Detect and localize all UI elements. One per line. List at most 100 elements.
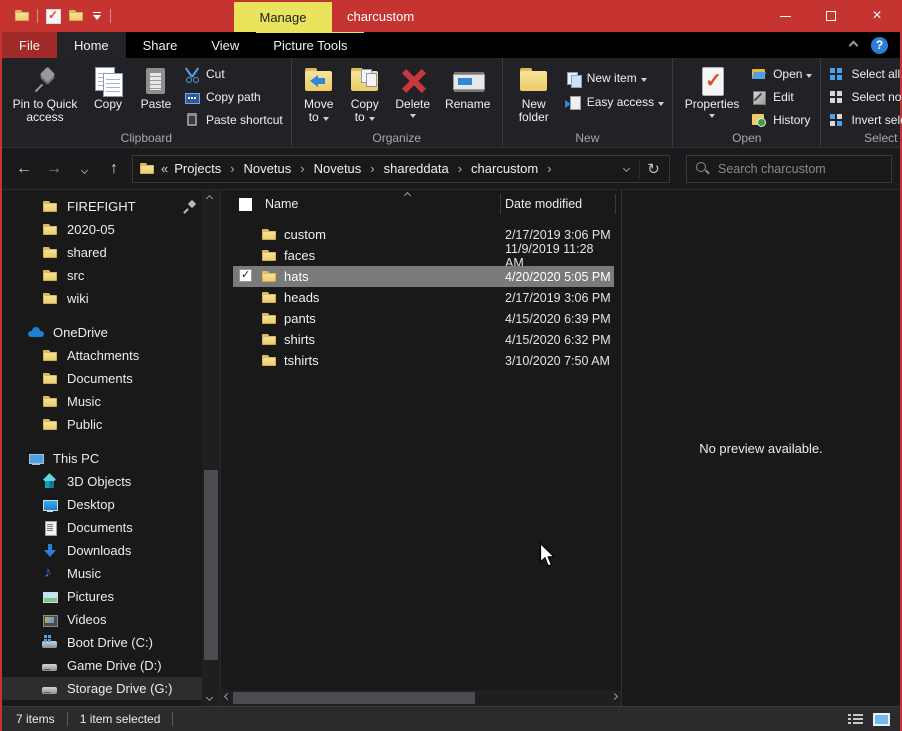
- file-row-pants[interactable]: pants4/15/2020 6:39 PM: [233, 308, 614, 329]
- search-box[interactable]: [686, 155, 892, 183]
- column-divider[interactable]: [500, 194, 501, 214]
- sidebar-item-pictures[interactable]: Pictures: [2, 585, 202, 608]
- sidebar-item-storage-drive-g[interactable]: Storage Drive (G:): [2, 677, 202, 700]
- horizontal-scrollbar-thumb[interactable]: [233, 692, 475, 704]
- address-bar[interactable]: « Projects›Novetus›Novetus›shareddata›ch…: [132, 155, 670, 183]
- qat-properties-icon[interactable]: [45, 8, 61, 24]
- tab-file[interactable]: File: [2, 32, 57, 58]
- maximize-button[interactable]: [808, 0, 854, 32]
- column-header-date-modified[interactable]: Date modified: [505, 197, 582, 211]
- breadcrumb-segment[interactable]: Novetus: [242, 161, 294, 176]
- sidebar-item-music[interactable]: Music: [2, 390, 202, 413]
- qat-customize-dropdown-icon[interactable]: [91, 8, 103, 24]
- cut-button[interactable]: Cut: [184, 66, 283, 82]
- details-view-icon[interactable]: [848, 713, 863, 726]
- scroll-right-icon[interactable]: [611, 693, 618, 700]
- breadcrumb-segment[interactable]: Novetus: [312, 161, 364, 176]
- paste-button[interactable]: Paste: [132, 64, 180, 113]
- tab-share[interactable]: Share: [126, 32, 195, 58]
- sidebar-item-firefight[interactable]: FIREFIGHT: [2, 195, 202, 218]
- sidebar-item-onedrive[interactable]: OneDrive: [2, 321, 202, 344]
- sidebar-item-2020-05[interactable]: 2020-05: [2, 218, 202, 241]
- breadcrumb-overflow-icon[interactable]: «: [155, 161, 172, 176]
- minimize-button[interactable]: [762, 0, 808, 32]
- breadcrumb-segment[interactable]: charcustom: [469, 161, 540, 176]
- edit-button[interactable]: Edit: [751, 89, 812, 105]
- breadcrumb-separator-icon[interactable]: ›: [540, 161, 558, 176]
- new-item-button[interactable]: New item: [565, 70, 664, 86]
- horizontal-scrollbar[interactable]: [221, 690, 621, 706]
- sidebar-item-downloads[interactable]: Downloads: [2, 539, 202, 562]
- recent-locations-icon[interactable]: [72, 160, 96, 178]
- sidebar-item-desktop[interactable]: Desktop: [2, 493, 202, 516]
- scroll-down-icon[interactable]: [206, 694, 213, 701]
- scroll-left-icon[interactable]: [224, 693, 231, 700]
- breadcrumb-segment[interactable]: shareddata: [382, 161, 451, 176]
- tab-picture-tools[interactable]: Picture Tools: [256, 32, 364, 58]
- file-row-shirts[interactable]: shirts4/15/2020 6:32 PM: [233, 329, 614, 350]
- sidebar-item-documents[interactable]: Documents: [2, 516, 202, 539]
- breadcrumb-separator-icon[interactable]: ›: [451, 161, 469, 176]
- delete-dropdown-icon[interactable]: [410, 114, 416, 118]
- scrollbar-thumb[interactable]: [204, 470, 218, 660]
- tab-manage[interactable]: Manage: [234, 2, 332, 32]
- properties-dropdown-icon[interactable]: [709, 114, 715, 118]
- history-button[interactable]: History: [751, 112, 812, 128]
- file-row-tshirts[interactable]: tshirts3/10/2020 7:50 AM: [233, 350, 614, 371]
- forward-icon[interactable]: →: [42, 160, 66, 178]
- column-divider[interactable]: [615, 194, 616, 214]
- sidebar-item-wiki[interactable]: wiki: [2, 287, 202, 310]
- sidebar-item-public[interactable]: Public: [2, 413, 202, 436]
- open-button[interactable]: Open: [751, 66, 812, 82]
- row-checkbox[interactable]: [239, 269, 252, 282]
- new-folder-button[interactable]: New folder: [507, 64, 561, 126]
- sidebar-item-3d-objects[interactable]: 3D Objects: [2, 470, 202, 493]
- collapse-ribbon-icon[interactable]: [849, 40, 859, 50]
- qat-new-folder-icon[interactable]: [68, 8, 84, 24]
- file-row-heads[interactable]: heads2/17/2019 3:06 PM: [233, 287, 614, 308]
- sidebar-item-game-drive-d[interactable]: Game Drive (D:): [2, 654, 202, 677]
- help-icon[interactable]: ?: [871, 37, 888, 54]
- refresh-icon[interactable]: ↻: [639, 160, 667, 178]
- file-row-hats[interactable]: hats4/20/2020 5:05 PM: [233, 266, 614, 287]
- invert-selection-button[interactable]: Invert selection: [829, 112, 902, 128]
- pin-to-quick-access-button[interactable]: Pin to Quick access: [6, 64, 84, 126]
- file-row-faces[interactable]: faces11/9/2019 11:28 AM: [233, 245, 614, 266]
- sidebar-item-boot-drive-c[interactable]: Boot Drive (C:): [2, 631, 202, 654]
- paste-shortcut-button[interactable]: Paste shortcut: [184, 112, 283, 128]
- back-icon[interactable]: ←: [12, 160, 36, 178]
- sidebar-item-music[interactable]: Music: [2, 562, 202, 585]
- breadcrumb-segment[interactable]: Projects: [172, 161, 223, 176]
- breadcrumb-separator-icon[interactable]: ›: [223, 161, 241, 176]
- delete-button[interactable]: Delete: [388, 64, 438, 120]
- copy-button[interactable]: Copy: [84, 64, 132, 113]
- sidebar-item-shared[interactable]: shared: [2, 241, 202, 264]
- rename-button[interactable]: Rename: [438, 64, 498, 113]
- scroll-up-icon[interactable]: [206, 195, 213, 202]
- tab-view[interactable]: View: [194, 32, 256, 58]
- sidebar-item-documents[interactable]: Documents: [2, 367, 202, 390]
- search-input[interactable]: [718, 162, 883, 176]
- breadcrumb-separator-icon[interactable]: ›: [363, 161, 381, 176]
- sort-ascending-icon[interactable]: [404, 192, 411, 199]
- sidebar-item-src[interactable]: src: [2, 264, 202, 287]
- easy-access-button[interactable]: Easy access: [565, 94, 664, 110]
- select-all-button[interactable]: Select all: [829, 66, 902, 82]
- sidebar-item-attachments[interactable]: Attachments: [2, 344, 202, 367]
- sidebar-item-this-pc[interactable]: This PC: [2, 447, 202, 470]
- tab-home[interactable]: Home: [57, 32, 126, 58]
- address-dropdown-icon[interactable]: [613, 166, 639, 171]
- sidebar-item-videos[interactable]: Videos: [2, 608, 202, 631]
- breadcrumb-separator-icon[interactable]: ›: [293, 161, 311, 176]
- column-header-name[interactable]: Name: [265, 197, 298, 211]
- move-to-button[interactable]: Move to: [296, 64, 342, 126]
- large-icons-view-icon[interactable]: [873, 713, 890, 726]
- close-button[interactable]: ×: [854, 0, 900, 32]
- properties-button[interactable]: Properties: [677, 64, 747, 120]
- qat-folder-icon[interactable]: [14, 8, 30, 24]
- sidebar-scrollbar[interactable]: [202, 190, 220, 706]
- copy-to-button[interactable]: Copy to: [342, 64, 388, 126]
- copy-path-button[interactable]: Copy path: [184, 89, 283, 105]
- select-none-button[interactable]: Select none: [829, 89, 902, 105]
- select-all-checkbox[interactable]: [239, 198, 252, 211]
